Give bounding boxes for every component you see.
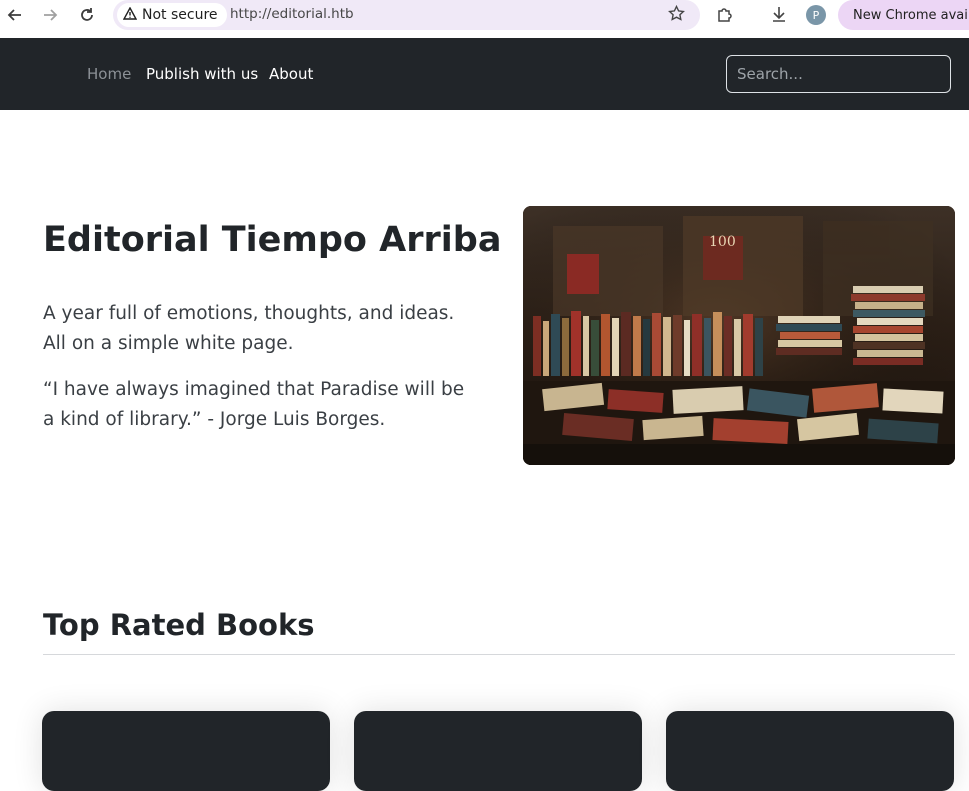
svg-text:100: 100 <box>709 234 736 250</box>
nav-link-publish[interactable]: Publish with us <box>146 65 258 83</box>
section-divider <box>43 654 955 655</box>
site-navbar: Home Publish with us About <box>0 38 969 110</box>
security-chip[interactable]: Not secure <box>117 3 227 27</box>
nav-link-home[interactable]: Home <box>87 65 131 83</box>
extensions-icon[interactable] <box>716 5 734 27</box>
book-card[interactable] <box>354 711 642 791</box>
hero-title: Editorial Tiempo Arriba <box>43 220 502 260</box>
reload-icon[interactable] <box>77 5 97 25</box>
update-label: New Chrome available <box>853 7 969 23</box>
bookstore-image: 100 <box>523 206 955 465</box>
search-input[interactable] <box>726 55 951 93</box>
chrome-update-button[interactable]: New Chrome available <box>838 0 969 30</box>
back-arrow-icon[interactable] <box>5 5 25 25</box>
star-icon[interactable] <box>668 4 685 27</box>
security-label: Not secure <box>142 7 218 23</box>
book-card[interactable] <box>666 711 954 791</box>
warning-icon <box>122 6 138 24</box>
download-icon[interactable] <box>770 5 788 27</box>
hero-quote-text: “I have always imagined that Paradise wi… <box>43 379 465 430</box>
forward-arrow-icon[interactable] <box>40 5 60 25</box>
profile-avatar[interactable]: P <box>806 5 826 25</box>
nav-link-about[interactable]: About <box>269 65 313 83</box>
book-card[interactable] <box>42 711 330 791</box>
address-bar[interactable]: Not secure http://editorial.htb <box>113 0 700 30</box>
url-text[interactable]: http://editorial.htb <box>230 6 354 22</box>
section-title: Top Rated Books <box>43 608 315 642</box>
hero-intro-text: A year full of emotions, thoughts, and i… <box>43 303 455 354</box>
browser-toolbar: Not secure http://editorial.htb P New Ch… <box>0 0 969 30</box>
